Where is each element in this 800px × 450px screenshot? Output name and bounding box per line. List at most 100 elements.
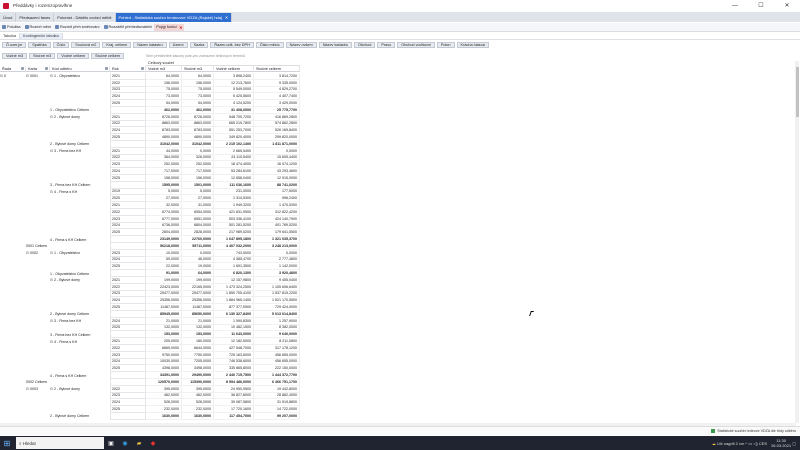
pivot-row[interactable]: 2023 252,0000 252,0000 18 474,4000 16 074,12… [0,161,300,169]
header-rok[interactable]: Rok [110,66,146,72]
file-explorer-icon[interactable]: ▰ [132,436,146,450]
subtab-tabulka[interactable]: Tabulka [0,33,21,39]
header-karta[interactable]: Karta [26,66,50,72]
collapse-toggle-icon[interactable]: ⊟ [50,190,53,194]
pivot-field[interactable]: Sazba [189,42,209,48]
pivot-total-row[interactable]: 2 - Bytové domy Celkem 31042,0000 31042,00… [0,141,300,148]
windows-start-icon[interactable]: ⊞ [0,436,14,450]
pivot-row[interactable]: 2023 75,0000 75,0000 5 549,0000 4 829,2700 [0,86,300,94]
pivot-row[interactable]: 2024 73,0000 73,0000 5 425,5600 4 407,7400 [0,93,300,101]
collapse-toggle-icon[interactable]: ⊟ [50,149,53,153]
task-view-icon[interactable]: ▣ [104,436,118,450]
pivot-field[interactable]: Název katastru [318,42,353,48]
pivot-row[interactable]: 2022 6669,0000 6644,0000 427 548,7000 317 17… [0,345,300,352]
pivot-row[interactable]: 2024 8783,0000 8783,0000 551 253,7000 526 16… [0,127,300,135]
toolbar-rozmit-button[interactable]: Rozmít mění [23,24,54,31]
collapse-toggle-icon[interactable]: ⊟ [50,278,53,282]
pivot-field[interactable]: Název ovšem [285,42,317,48]
app-taskbar-icon[interactable]: ◆ [146,436,160,450]
pivot-total-row[interactable]: 4 - Firma s KH Celkem 23149,0000 22760,000… [0,236,300,243]
pivot-row[interactable]: 2024 526,0000 526,0000 39 087,5800 31 519,88… [0,399,300,407]
pivot-row[interactable]: 2021 32,0000 31,0000 1 949,3200 1 470,5300 [0,202,300,209]
pivot-total-row[interactable]: 0001 Celkem 56218,0000 55711,0000 4 407 032… [0,243,300,250]
collapse-toggle-icon[interactable]: ⊟ [50,115,53,119]
toolbar-polozka-button[interactable]: Položka [0,24,23,31]
pivot-total-row[interactable]: 2 - Bytové domy Celkem 85945,0000 85650,00… [0,311,300,318]
data-field-vodne-m3[interactable]: Vodné m3 [2,53,28,59]
doc-tab-potomst[interactable]: Potomst - Dábělo cvolzd měbit [54,13,116,22]
doc-tab-uvod[interactable]: Úvod [0,13,17,22]
pivot-total-row[interactable]: 3 - Firma bez KH Celkem 153,0000 153,0000 1… [0,331,300,339]
subtab-kontingencni-tabulka[interactable]: Kontingenční tabulka [20,33,63,39]
collapse-toggle-icon[interactable]: ⊟ [50,387,53,391]
pivot-field[interactable]: Obchod [354,42,376,48]
pivot-total-row[interactable]: 3 - Firma bez KH Celkem 1595,0000 1501,000… [0,181,300,189]
pivot-row[interactable]: ⊟ 2 - Bytové domy 2021 8726,0000 8726,0000 54… [0,113,300,121]
pivot-field[interactable]: Řazen.odš. bez DPH [210,42,254,48]
pivot-row[interactable]: ⊟ 3 - Firma bez KH 2021 44,0000 0,0000 2 665,… [0,147,300,155]
data-field-vodne-celkem[interactable]: Vodné celkem [57,53,90,59]
pivot-field[interactable]: Čisto měsíc [255,42,284,48]
doc-tab-pohled[interactable]: Pohled - Statistická souřzn hrnduvove VD… [115,13,233,22]
pivot-row[interactable]: 2022 8863,0000 8863,0000 665 219,7800 574 86… [0,120,300,128]
close-tab-icon[interactable]: ✕ [225,15,228,20]
header-stocne-m3[interactable]: Stočné m3 [182,66,214,72]
data-field-stocne-m3[interactable]: Stočné m3 [29,53,56,59]
collapse-toggle-icon[interactable]: ⊟ [50,251,53,255]
header-rada[interactable]: Řada [0,66,26,72]
taskbar-search-input[interactable]: ⌕ Hledat [16,437,104,449]
notifications-icon[interactable]: ▢ [791,441,796,446]
pivot-field[interactable]: Spatřota [28,42,51,48]
pivot-row[interactable]: 2024 59,0000 46,0000 4 385,4700 2 777,4800 [0,256,300,264]
scrollbar-thumb[interactable] [795,67,799,117]
pivot-row[interactable]: ⊟ 4 - Firma s KH 2021 205,0000 180,0000 12 18… [0,338,300,345]
pivot-row[interactable]: 2025 4398,0000 3498,0000 335 865,8000 222 15… [0,365,300,373]
pivot-field[interactable]: Krácha hlasoa [456,42,489,48]
collapse-toggle-icon[interactable]: ⊟ [26,74,29,78]
toolbar-rozmit-preh-button[interactable]: Rozmít přeh směrování [53,24,101,31]
filter-icon[interactable] [141,67,144,70]
close-window-button[interactable]: ✕ [774,0,800,11]
pivot-row[interactable]: 2024 6736,0000 6804,0000 501 281,5200 401 78… [0,222,300,230]
pivot-field[interactable]: Název katastru [133,42,167,48]
pivot-row[interactable]: 2023 9750,0000 7750,0000 725 163,6000 456 65… [0,351,300,359]
pivot-row[interactable]: 2023 462,0000 462,0000 36 827,8000 28 882,40… [0,392,300,400]
pivot-row[interactable]: ⊟ 0003 ⊟ 2 - Bytové domy 2022 395,0000 395,000… [0,385,300,393]
vertical-scrollbar[interactable] [795,61,799,423]
pivot-row[interactable]: ⊟ 0 ⊟ 0001 ⊟ 1 - Obyvatelstvo 2021 64,0000 64,00… [0,73,300,80]
pivot-row[interactable]: ⊟ 4 - Firma s KH 2019 5,0000 5,0000 231,0000 1… [0,188,300,196]
pivot-row[interactable]: ⊟ 3 - Firma bez KH 2024 21,0000 21,0000 1 590… [0,317,300,325]
pivot-row[interactable]: 2025 2804,0000 2828,0000 217 989,5200 179 64… [0,229,300,237]
pivot-row[interactable]: 2025 11487,0000 11487,0000 877 377,0500 729 … [0,304,300,311]
close-icon[interactable]: ✕ [179,25,182,30]
pivot-row[interactable]: 2025 232,0000 232,0000 17 720,1600 14 722,00… [0,406,300,413]
pivot-row[interactable]: 2022 22423,0000 22165,0000 1 473 324,2500 1 … [0,283,300,291]
header-kod-odberu[interactable]: Kód odběru [50,66,110,72]
pivot-field[interactable]: Polon [436,42,455,48]
maximize-button[interactable]: ☐ [748,0,774,11]
clock[interactable]: 11:30 26.03.2021 [771,438,791,448]
collapse-toggle-icon[interactable]: ⊟ [26,251,29,255]
pivot-row[interactable]: 2025 132,0000 132,0000 10 482,1500 8 382,000… [0,324,300,332]
pivot-field[interactable]: Obchod vodítovni [397,42,435,48]
language-indicator[interactable]: CES [759,441,767,446]
pivot-row[interactable]: 2025 158,0000 156,0000 12 658,0400 12 515,00… [0,175,300,182]
pivot-row[interactable]: 2025 54,0000 54,0000 4 124,5200 3 429,0000 [0,100,300,107]
pivot-field[interactable]: Ő.ozer.jm [2,42,27,48]
pivot-field[interactable]: Pravo [377,42,396,48]
pivot-field[interactable]: Součová m2 [71,42,101,48]
pivot-field[interactable]: Kraj. celkem [102,42,132,48]
header-vodne-m3[interactable]: Vodné m3 [146,66,182,72]
pivot-total-row[interactable]: 2 - Bytové domy Celkem 1630,0000 1630,0000… [0,413,300,420]
pivot-field[interactable]: Číslo [52,42,70,48]
pivot-row[interactable]: 2025 4890,0000 4890,0000 349 820,4000 299 82… [0,134,300,141]
collapse-toggle-icon[interactable]: ⊟ [50,319,53,323]
pivot-row[interactable]: 2024 10030,0000 7205,0000 746 538,6000 456 6… [0,358,300,366]
pivot-row[interactable]: 2023 25477,0000 25477,0000 1 850 705,4100 1 … [0,290,300,298]
collapse-toggle-icon[interactable]: ⊟ [0,74,3,78]
browser-icon[interactable]: ◉ [118,436,132,450]
filter-icon[interactable] [45,67,48,70]
filter-icon[interactable] [105,67,108,70]
header-vodne-celkem[interactable]: Vodné celkem [214,66,254,72]
pivot-row[interactable]: 2020 27,0000 27,0000 1 314,5300 996,2400 [0,195,300,203]
